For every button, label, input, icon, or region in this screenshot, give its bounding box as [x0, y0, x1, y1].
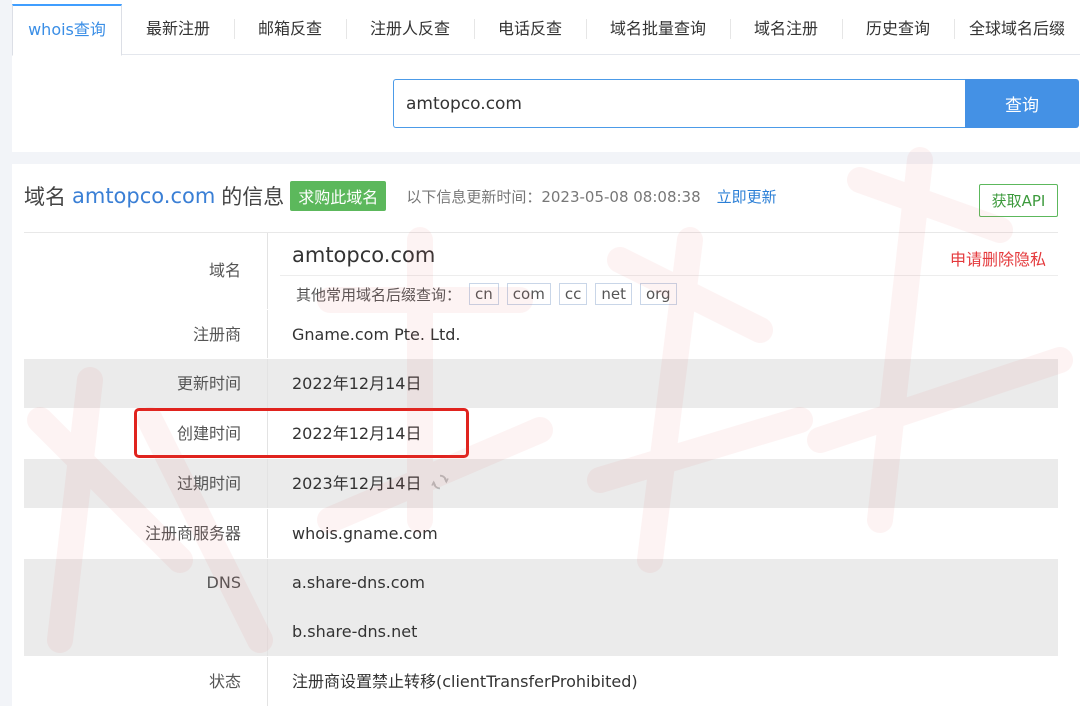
- expires-cell: 2023年12月14日: [268, 459, 1058, 508]
- nav-tabs: whois查询 最新注册 邮箱反查 注册人反查 电话反查 域名批量查询 域名注册…: [12, 4, 1080, 56]
- table-row-dns: DNS a.share-dns.com b.share-dns.net: [24, 559, 1058, 657]
- row-label: 注册商服务器: [24, 509, 268, 558]
- search-input[interactable]: [393, 79, 965, 128]
- tab-global-suffix[interactable]: 全球域名后缀: [954, 4, 1080, 55]
- dns-values: a.share-dns.com b.share-dns.net: [268, 559, 1058, 656]
- status-value: 注册商设置禁止转移(clientTransferProhibited): [292, 672, 638, 691]
- table-row-whois-server: 注册商服务器 whois.gname.com: [24, 509, 1058, 559]
- table-row-updated: 更新时间 2022年12月14日: [24, 359, 1058, 409]
- update-now-link[interactable]: 立即更新: [717, 186, 777, 207]
- buy-domain-button[interactable]: 求购此域名: [290, 181, 387, 211]
- suffix-chip-net[interactable]: net: [595, 283, 632, 305]
- table-row-status: 状态 注册商设置禁止转移(clientTransferProhibited): [24, 657, 1058, 706]
- suffix-query-line: 其他常用域名后缀查询： cn com cc net org: [296, 283, 677, 305]
- row-label: 过期时间: [24, 459, 268, 508]
- table-row-registrar: 注册商 Gname.com Pte. Ltd.: [24, 310, 1058, 359]
- search-button[interactable]: 查询: [965, 79, 1079, 128]
- suffix-chip-com[interactable]: com: [506, 283, 551, 305]
- refresh-icon[interactable]: [431, 473, 450, 491]
- created-date-value: 2022年12月14日: [292, 424, 422, 443]
- suffix-chip-org[interactable]: org: [639, 283, 677, 305]
- header-title-suffix: 的信息: [221, 185, 285, 209]
- delete-privacy-link[interactable]: 申请删除隐私: [950, 246, 1046, 270]
- tab-phone-reverse[interactable]: 电话反查: [474, 4, 586, 55]
- updated-date-value: 2022年12月14日: [292, 374, 422, 393]
- expires-date-value: 2023年12月14日: [292, 474, 422, 493]
- tab-domain-register[interactable]: 域名注册: [730, 4, 842, 55]
- whois-server-value: whois.gname.com: [292, 524, 438, 543]
- search-panel: whois查询 最新注册 邮箱反查 注册人反查 电话反查 域名批量查询 域名注册…: [12, 0, 1080, 152]
- suffix-chip-cc[interactable]: cc: [558, 283, 588, 305]
- table-row-domain: 域名 amtopco.com 申请删除隐私 其他常用域名后缀查询： cn com…: [24, 233, 1058, 310]
- registrar-value: Gname.com Pte. Ltd.: [292, 325, 461, 344]
- table-row-expires: 过期时间 2023年12月14日: [24, 459, 1058, 509]
- suffix-label: 其他常用域名后缀查询：: [296, 285, 462, 304]
- row-label: 状态: [24, 657, 268, 706]
- divider: [280, 275, 1058, 276]
- header-title-prefix: 域名: [24, 185, 66, 209]
- row-label: 域名: [24, 233, 268, 309]
- header-domain: amtopco.com: [72, 184, 216, 208]
- row-label: 注册商: [24, 310, 268, 358]
- table-row-created: 创建时间 2022年12月14日: [24, 409, 1058, 459]
- row-label: DNS: [24, 559, 268, 656]
- row-label: 创建时间: [24, 409, 268, 458]
- tab-whois[interactable]: whois查询: [12, 4, 122, 56]
- tab-history-query[interactable]: 历史查询: [842, 4, 954, 55]
- whois-info-panel: 域名 amtopco.com 的信息 求购此域名 以下信息更新时间：2023-0…: [12, 164, 1080, 706]
- suffix-chip-cn[interactable]: cn: [469, 283, 499, 305]
- tab-batch-query[interactable]: 域名批量查询: [586, 4, 730, 55]
- info-header: 域名 amtopco.com 的信息 求购此域名 以下信息更新时间：2023-0…: [24, 180, 777, 212]
- updated-time-label: 以下信息更新时间：2023-05-08 08:08:38: [406, 187, 701, 206]
- domain-value: amtopco.com: [292, 243, 436, 267]
- dns-server-1: a.share-dns.com: [292, 573, 425, 592]
- tab-latest-registered[interactable]: 最新注册: [122, 4, 234, 55]
- tab-email-reverse[interactable]: 邮箱反查: [234, 4, 346, 55]
- tab-registrant-reverse[interactable]: 注册人反查: [346, 4, 474, 55]
- row-label: 更新时间: [24, 359, 268, 408]
- whois-table: 域名 amtopco.com 申请删除隐私 其他常用域名后缀查询： cn com…: [24, 232, 1058, 706]
- get-api-button[interactable]: 获取API: [979, 184, 1058, 217]
